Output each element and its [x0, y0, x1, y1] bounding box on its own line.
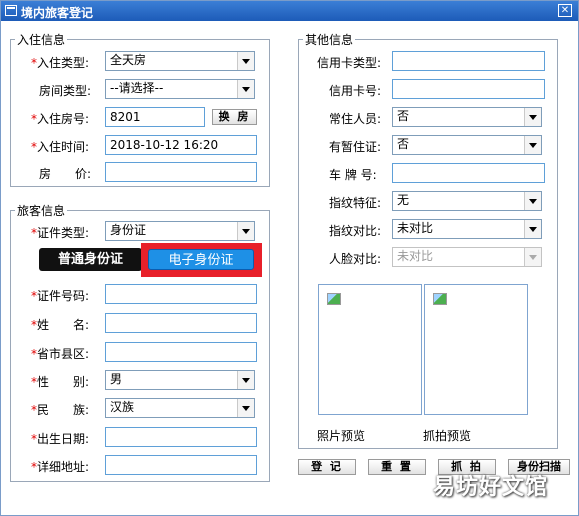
chevron-down-icon[interactable] — [237, 222, 254, 240]
fingerprint-select[interactable]: 无 — [392, 191, 542, 211]
other-legend: 其他信息 — [305, 33, 354, 47]
checkin-type-label: *入住类型: — [31, 56, 90, 70]
chevron-down-icon[interactable] — [237, 80, 254, 98]
region-input[interactable] — [105, 342, 257, 362]
capture-preview-label: 抓拍预览 — [423, 429, 472, 443]
id-number-label: *证件号码: — [31, 289, 90, 303]
permit-label: 有暂住证: — [329, 140, 382, 154]
checkin-legend: 入住信息 — [17, 33, 66, 47]
checkin-time-label: *入住时间: — [31, 140, 90, 154]
watermark-text: 易坊好文馆 — [433, 475, 549, 500]
chevron-down-icon[interactable] — [237, 371, 254, 389]
close-icon[interactable]: ✕ — [558, 4, 572, 17]
card-number-input[interactable] — [392, 79, 545, 99]
photo-preview-label: 照片预览 — [317, 429, 366, 443]
birth-date-label: *出生日期: — [31, 432, 90, 446]
fingerprint-label: 指纹特征: — [329, 196, 382, 210]
chevron-down-icon[interactable] — [237, 52, 254, 70]
electronic-id-highlight: 电子身份证 — [141, 243, 262, 277]
image-placeholder-icon — [327, 293, 341, 305]
chevron-down-icon[interactable] — [524, 220, 541, 238]
tab-normal-id[interactable]: 普通身份证 — [39, 248, 142, 271]
card-type-label: 信用卡类型: — [317, 56, 382, 70]
gender-select[interactable]: 男 — [105, 370, 255, 390]
title-bar[interactable]: 境内旅客登记 ✕ — [1, 1, 578, 21]
chevron-down-icon[interactable] — [524, 136, 541, 154]
chevron-down-icon[interactable] — [524, 108, 541, 126]
tab-electronic-id[interactable]: 电子身份证 — [148, 249, 254, 270]
chevron-down-icon[interactable] — [524, 192, 541, 210]
chevron-down-icon — [524, 248, 541, 266]
change-room-button[interactable]: 换 房 — [212, 109, 257, 125]
room-type-select[interactable]: --请选择-- — [105, 79, 255, 99]
reset-button[interactable]: 重 置 — [368, 459, 426, 475]
window-icon — [5, 5, 17, 16]
gender-label: *性 别: — [31, 375, 90, 389]
face-compare-label: 人脸对比: — [329, 252, 382, 266]
card-number-label: 信用卡号: — [329, 84, 382, 98]
ethnic-label: *民 族: — [31, 403, 90, 417]
ethnic-select[interactable]: 汉族 — [105, 398, 255, 418]
image-placeholder-icon — [433, 293, 447, 305]
plate-label: 车 牌 号: — [329, 168, 377, 182]
room-number-label: *入住房号: — [31, 112, 90, 126]
id-type-select[interactable]: 身份证 — [105, 221, 255, 241]
plate-input[interactable] — [392, 163, 545, 183]
name-input[interactable] — [105, 313, 257, 333]
chevron-down-icon[interactable] — [237, 399, 254, 417]
checkin-time-input[interactable]: 2018-10-12 16:20 — [105, 135, 257, 155]
capture-preview-box — [424, 284, 528, 415]
room-price-input[interactable] — [105, 162, 257, 182]
resident-select[interactable]: 否 — [392, 107, 542, 127]
address-label: *详细地址: — [31, 460, 90, 474]
photo-preview-box — [318, 284, 422, 415]
region-label: *省市县区: — [31, 347, 90, 361]
address-input[interactable] — [105, 455, 257, 475]
checkin-type-select[interactable]: 全天房 — [105, 51, 255, 71]
permit-select[interactable]: 否 — [392, 135, 542, 155]
window-title: 境内旅客登记 — [21, 6, 94, 20]
room-price-label: 房 价: — [39, 167, 92, 181]
fingerprint-compare-label: 指纹对比: — [329, 224, 382, 238]
guest-legend: 旅客信息 — [17, 204, 66, 218]
checkin-window: 境内旅客登记 ✕ 入住信息 *入住类型: 全天房 房间类型: --请选择-- *… — [0, 0, 579, 516]
room-number-input[interactable]: 8201 — [105, 107, 205, 127]
name-label: *姓 名: — [31, 318, 90, 332]
card-type-input[interactable] — [392, 51, 545, 71]
resident-label: 常住人员: — [329, 112, 382, 126]
register-button[interactable]: 登 记 — [298, 459, 356, 475]
fingerprint-compare-select[interactable]: 未对比 — [392, 219, 542, 239]
id-type-label: *证件类型: — [31, 226, 90, 240]
room-type-label: 房间类型: — [39, 84, 92, 98]
face-compare-select: 未对比 — [392, 247, 542, 267]
birth-date-input[interactable] — [105, 427, 257, 447]
id-number-input[interactable] — [105, 284, 257, 304]
